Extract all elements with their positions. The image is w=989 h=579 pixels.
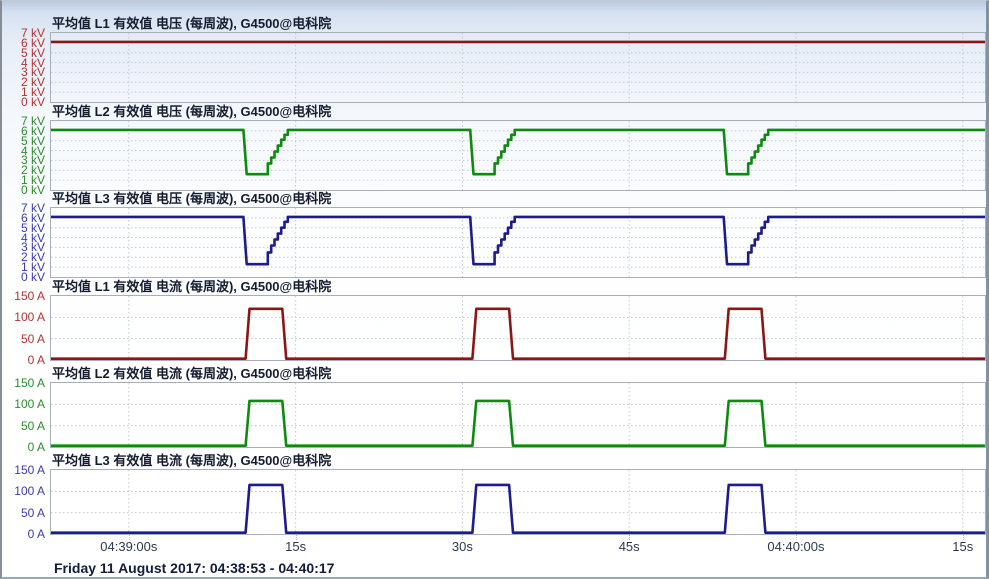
chart-block-l3-voltage: 平均值 L3 有效值 电压 (每周波), G4500@电科院7 kV6 kV5 … — [2, 191, 986, 278]
chart-title-l1-voltage: 平均值 L1 有效值 电压 (每周波), G4500@电科院 — [52, 16, 986, 32]
plot-row-l2-voltage: 7 kV6 kV5 kV4 kV3 kV2 kV1 kV0 kV — [2, 120, 986, 191]
series-line-l3-current — [51, 485, 985, 533]
y-tick-label-l2-current: 100 A — [2, 398, 45, 411]
plot-area-l2-current[interactable] — [50, 382, 986, 448]
x-tick-label: 15s — [285, 539, 306, 554]
plot-row-l1-voltage: 7 kV6 kV5 kV4 kV3 kV2 kV1 kV0 kV — [2, 32, 986, 103]
chart-block-l2-voltage: 平均值 L2 有效值 电压 (每周波), G4500@电科院7 kV6 kV5 … — [2, 104, 986, 191]
y-tick-label-l1-current: 100 A — [2, 311, 45, 324]
plot-row-l3-voltage: 7 kV6 kV5 kV4 kV3 kV2 kV1 kV0 kV — [2, 207, 986, 278]
trend-viewer-panel: 平均值 L1 有效值 电压 (每周波), G4500@电科院7 kV6 kV5 … — [0, 0, 989, 579]
plot-area-l1-current[interactable] — [50, 295, 986, 361]
x-tick-label: 04:40:00s — [767, 539, 824, 554]
plot-area-l1-voltage[interactable] — [50, 32, 986, 103]
series-line-l2-current — [51, 401, 985, 446]
chart-block-l3-current: 平均值 L3 有效值 电流 (每周波), G4500@电科院 150 A 100 A… — [2, 453, 986, 535]
y-tick-label-l2-current: 150 A — [2, 377, 45, 390]
series-line-l2-voltage — [51, 130, 985, 174]
x-tick-label: 45s — [619, 539, 640, 554]
y-tick-label-l3-current: 50 A — [2, 507, 45, 520]
plot-row-l3-current: 150 A100 A50 A0 A — [2, 469, 986, 535]
charts-stack: 平均值 L1 有效值 电压 (每周波), G4500@电科院7 kV6 kV5 … — [2, 16, 986, 535]
plot-row-l1-current: 150 A100 A50 A0 A — [2, 295, 986, 361]
plot-area-l2-voltage[interactable] — [50, 120, 986, 191]
plot-row-l2-current: 150 A100 A50 A0 A — [2, 382, 986, 448]
x-tick-label: 30s — [452, 539, 473, 554]
chart-block-l2-current: 平均值 L2 有效值 电流 (每周波), G4500@电科院 150 A 100 A… — [2, 366, 986, 448]
x-tick-label: 04:39:00s — [100, 539, 157, 554]
series-line-l1-current — [51, 309, 985, 359]
chart-title-l2-current: 平均值 L2 有效值 电流 (每周波), G4500@电科院 — [52, 366, 986, 382]
chart-title-l3-voltage: 平均值 L3 有效值 电压 (每周波), G4500@电科院 — [52, 191, 986, 207]
chart-title-l2-voltage: 平均值 L2 有效值 电压 (每周波), G4500@电科院 — [52, 104, 986, 120]
plot-area-l3-voltage[interactable] — [50, 207, 986, 278]
chart-title-l3-current: 平均值 L3 有效值 电流 (每周波), G4500@电科院 — [52, 453, 986, 469]
y-tick-label-l1-current: 150 A — [2, 290, 45, 303]
status-bar: Friday 11 August 2017: 04:38:53 - 04:40:… — [54, 560, 986, 576]
time-range-label: Friday 11 August 2017: 04:38:53 - 04:40:… — [54, 560, 334, 576]
x-tick-label: 15s — [952, 539, 973, 554]
y-tick-label-l2-current: 50 A — [2, 420, 45, 433]
plot-area-l3-current[interactable] — [50, 469, 986, 535]
time-axis: 04:39:00s 15s 30s 45s 04:40:00s 15s — [2, 535, 986, 557]
y-tick-label-l3-current: 150 A — [2, 464, 45, 477]
chart-block-l1-voltage: 平均值 L1 有效值 电压 (每周波), G4500@电科院7 kV6 kV5 … — [2, 16, 986, 103]
chart-title-l1-current: 平均值 L1 有效值 电流 (每周波), G4500@电科院 — [52, 279, 986, 295]
y-tick-label-l1-current: 50 A — [2, 333, 45, 346]
y-tick-label-l3-current: 100 A — [2, 485, 45, 498]
chart-block-l1-current: 平均值 L1 有效值 电流 (每周波), G4500@电科院 150 A 100 A… — [2, 279, 986, 361]
